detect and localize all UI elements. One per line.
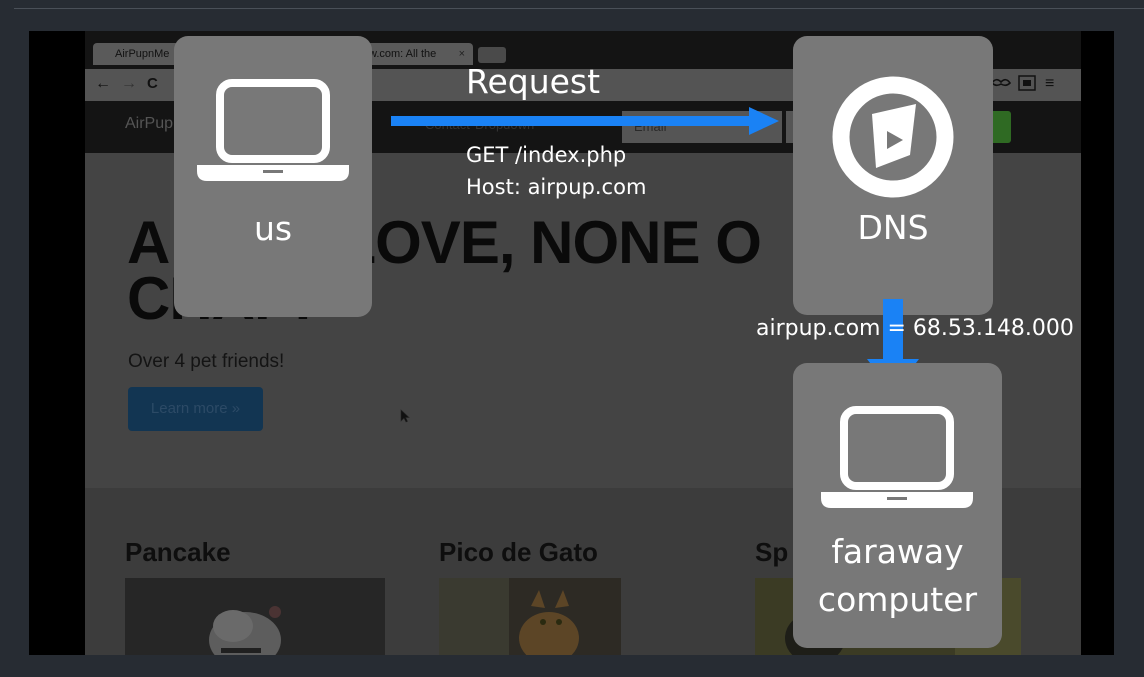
computer-label: computer [817,580,978,619]
laptop-icon [197,79,349,181]
tab-close-icon: × [458,48,465,60]
hero-subtitle: Over 4 pet friends! [128,351,285,372]
zh-extension-icon [1018,75,1036,96]
request-arrow [391,107,779,135]
dns-play-icon [832,76,954,198]
reload-icon: C [147,75,158,92]
menu-icon: ≡ [1045,75,1055,92]
new-tab-button [478,47,506,63]
video-frame: AirPupnMe w.com: All the × ← → C ≡ AirPu… [29,31,1114,655]
card-title-pancake: Pancake [125,537,231,567]
faraway-computer-box: faraway computer [793,363,1002,648]
laptop-icon [821,406,973,508]
faraway-label: faraway [831,532,964,571]
request-title: Request [466,62,601,101]
mustache-icon [990,75,1012,94]
forward-icon: → [121,75,137,92]
back-icon: ← [95,75,111,92]
tab-label: AirPupnMe [115,48,170,60]
dns-label: DNS [857,208,929,247]
request-line-get: GET /index.php [466,143,627,167]
dns-resolution-text: airpup.com = 68.53.148.000 [756,316,1074,341]
mouse-cursor-icon [400,409,410,426]
us-label: us [253,209,293,248]
card-title-third: Sp [755,537,789,567]
card-title-pico: Pico de Gato [439,537,598,567]
request-line-host: Host: airpup.com [466,175,647,199]
tab-label: w.com: All the [369,48,437,60]
top-divider [14,8,1144,9]
dog-photo [125,578,385,655]
cat-photo [439,578,621,655]
learn-more-button: Learn more » [128,387,263,431]
us-box: us [174,36,372,317]
site-brand: AirPup [125,115,174,132]
dns-box: DNS [793,36,993,315]
